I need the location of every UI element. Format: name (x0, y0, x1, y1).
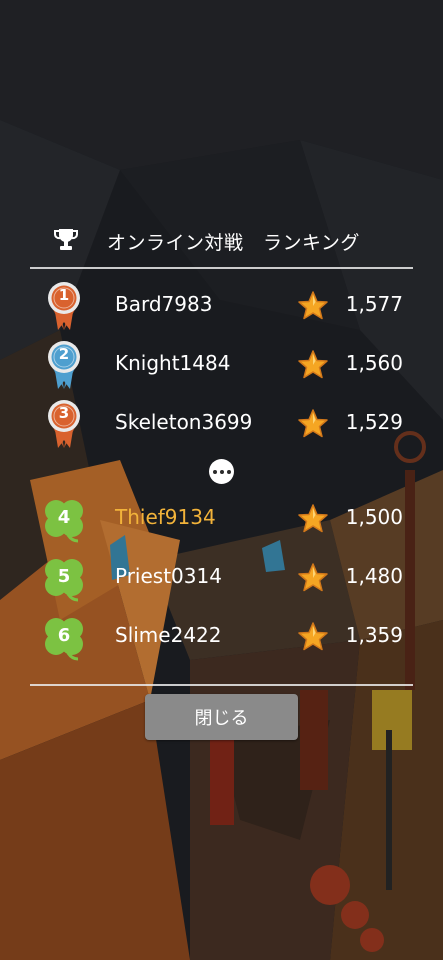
player-name: Priest0314 (115, 564, 222, 588)
rank-number: 4 (57, 507, 71, 528)
top-divider (30, 267, 413, 269)
trophy-icon (54, 229, 78, 250)
rank-number: 1 (58, 286, 70, 304)
clover-icon: 4 (38, 491, 90, 547)
player-name: Thief9134 (115, 505, 216, 529)
star-icon (297, 349, 329, 381)
rank-number: 3 (58, 404, 70, 422)
page-title: オンライン対戦 ランキング (107, 232, 360, 254)
player-score: 1,500 (345, 505, 403, 529)
player-score: 1,359 (345, 623, 403, 647)
clover-icon: 5 (38, 550, 90, 606)
ranking-panel: オンライン対戦 ランキング 1 Bard7983 1,577 2 Knight1484 1… (0, 0, 443, 960)
leaderboard-row: 5 Priest0314 1,480 (0, 550, 443, 606)
bottom-divider (30, 684, 413, 686)
medal-icon: 1 (38, 278, 90, 334)
player-score: 1,560 (345, 351, 403, 375)
leaderboard-row: 1 Bard7983 1,577 (0, 278, 443, 334)
clover-icon: 6 (38, 609, 90, 665)
medal-icon: 2 (38, 337, 90, 393)
leaderboard-row: 4 Thief9134 1,500 (0, 491, 443, 547)
star-icon (297, 562, 329, 594)
rank-number: 5 (57, 566, 71, 587)
player-score: 1,529 (345, 410, 403, 434)
player-name: Skeleton3699 (115, 410, 253, 434)
player-score: 1,480 (345, 564, 403, 588)
player-name: Bard7983 (115, 292, 213, 316)
star-icon (297, 503, 329, 535)
medal-icon: 3 (38, 396, 90, 452)
rank-number: 2 (58, 345, 70, 363)
star-icon (297, 621, 329, 653)
leaderboard-row: 2 Knight1484 1,560 (0, 337, 443, 393)
rank-number: 6 (57, 625, 71, 646)
player-score: 1,577 (345, 292, 403, 316)
ellipsis-icon (209, 459, 234, 484)
star-icon (297, 408, 329, 440)
star-icon (297, 290, 329, 322)
player-name: Knight1484 (115, 351, 231, 375)
leaderboard-row: 6 Slime2422 1,359 (0, 609, 443, 665)
leaderboard-row: 3 Skeleton3699 1,529 (0, 396, 443, 452)
close-button[interactable]: 閉じる (145, 694, 298, 740)
player-name: Slime2422 (115, 623, 222, 647)
